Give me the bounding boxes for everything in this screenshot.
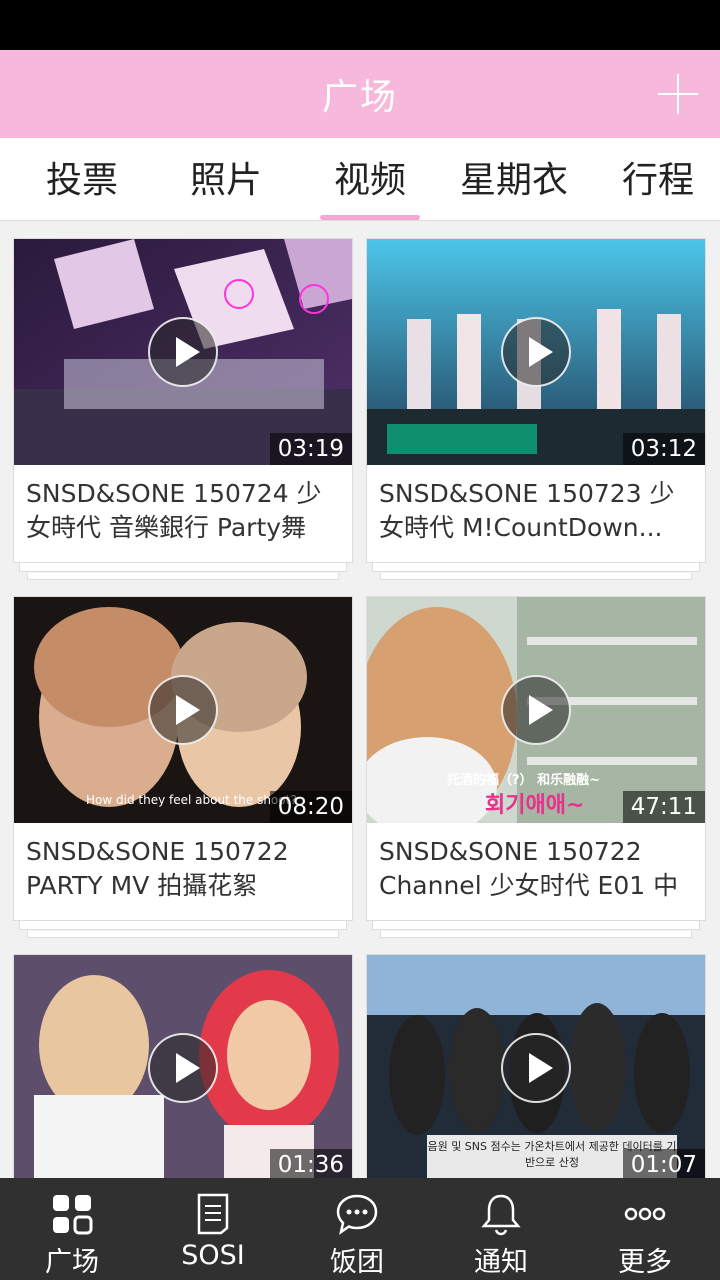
- video-title: SNSD&SONE 150723 少女時代 M!CountDown...: [379, 479, 675, 542]
- nav-label: SOSI: [181, 1240, 245, 1271]
- nav-plaza[interactable]: 广场: [0, 1178, 144, 1280]
- video-duration: 01:07: [622, 1149, 705, 1178]
- nav-sosi[interactable]: SOSI: [141, 1178, 285, 1280]
- video-card[interactable]: 托酒的福（?） 和乐融融~ 회기애애~ 47:11 SNSD&SONE 1507…: [366, 596, 706, 938]
- video-card[interactable]: How did they feel about the shoot? 08:20…: [13, 596, 353, 938]
- nav-label: 饭团: [330, 1247, 384, 1278]
- tab-vote[interactable]: 投票: [10, 138, 154, 220]
- tab-schedule[interactable]: 行程: [586, 138, 720, 220]
- more-icon: [624, 1207, 666, 1221]
- title-bar: 广场: [0, 50, 720, 138]
- nav-fan-club[interactable]: 饭团: [285, 1178, 429, 1280]
- tab-weekly-outfit[interactable]: 星期衣: [442, 138, 586, 220]
- video-caption-bottom: 회기애애~: [485, 793, 585, 818]
- nav-label: 更多: [618, 1247, 672, 1278]
- tab-photos[interactable]: 照片: [154, 138, 298, 220]
- video-grid: 03:19 SNSD&SONE 150724 少女時代 音樂銀行 Party舞: [0, 222, 720, 1178]
- nav-more[interactable]: 更多: [573, 1178, 717, 1280]
- video-thumbnail[interactable]: 03:12: [367, 239, 705, 465]
- video-thumbnail[interactable]: 01:36: [14, 955, 352, 1178]
- video-caption-top: 托酒的福（?） 和乐融融~: [447, 773, 600, 788]
- video-duration: 47:11: [622, 791, 705, 823]
- tab-bar: 投票 照片 视频 星期衣 行程: [0, 138, 720, 221]
- nav-notifications[interactable]: 通知: [429, 1178, 573, 1280]
- page-title: 广场: [321, 77, 398, 118]
- play-icon: [148, 317, 218, 387]
- video-thumbnail[interactable]: 03:19: [14, 239, 352, 465]
- video-card[interactable]: 03:12 SNSD&SONE 150723 少女時代 M!CountDown.…: [366, 238, 706, 580]
- video-duration: 08:20: [269, 791, 352, 823]
- play-icon: [501, 675, 571, 745]
- video-card[interactable]: 음원 및 SNS 점수는 가온차트에서 제공한 데이터를 기반으로 산정 01:…: [366, 954, 706, 1178]
- play-icon: [501, 1033, 571, 1103]
- grid-icon: [53, 1195, 93, 1235]
- play-icon: [501, 317, 571, 387]
- tab-videos[interactable]: 视频: [298, 138, 442, 220]
- play-icon: [148, 675, 218, 745]
- video-caption: How did they feel about the shoot?: [86, 793, 297, 807]
- video-card[interactable]: 03:19 SNSD&SONE 150724 少女時代 音樂銀行 Party舞: [13, 238, 353, 580]
- document-icon: [197, 1193, 229, 1235]
- chat-icon: [336, 1194, 378, 1235]
- video-thumbnail[interactable]: 음원 및 SNS 점수는 가온차트에서 제공한 데이터를 기반으로 산정 01:…: [367, 955, 705, 1178]
- nav-label: 通知: [474, 1247, 528, 1278]
- video-thumbnail[interactable]: 托酒的福（?） 和乐融融~ 회기애애~ 47:11: [367, 597, 705, 823]
- add-button[interactable]: [656, 72, 700, 116]
- nav-label: 广场: [45, 1247, 99, 1278]
- video-title: SNSD&SONE 150722 Channel 少女时代 E01 中: [379, 837, 679, 900]
- video-title: SNSD&SONE 150722 PARTY MV 拍攝花絮: [26, 837, 289, 900]
- play-icon: [148, 1033, 218, 1103]
- video-duration: 01:36: [269, 1149, 352, 1178]
- video-title: SNSD&SONE 150724 少女時代 音樂銀行 Party舞: [26, 479, 322, 542]
- video-duration: 03:12: [622, 433, 705, 465]
- video-card[interactable]: 01:36: [13, 954, 353, 1178]
- video-duration: 03:19: [269, 433, 352, 465]
- bell-icon: [481, 1194, 521, 1236]
- video-thumbnail[interactable]: How did they feel about the shoot? 08:20: [14, 597, 352, 823]
- status-bar: [0, 0, 720, 50]
- bottom-nav: 广场 SOSI 饭团 通知 更多: [0, 1178, 720, 1280]
